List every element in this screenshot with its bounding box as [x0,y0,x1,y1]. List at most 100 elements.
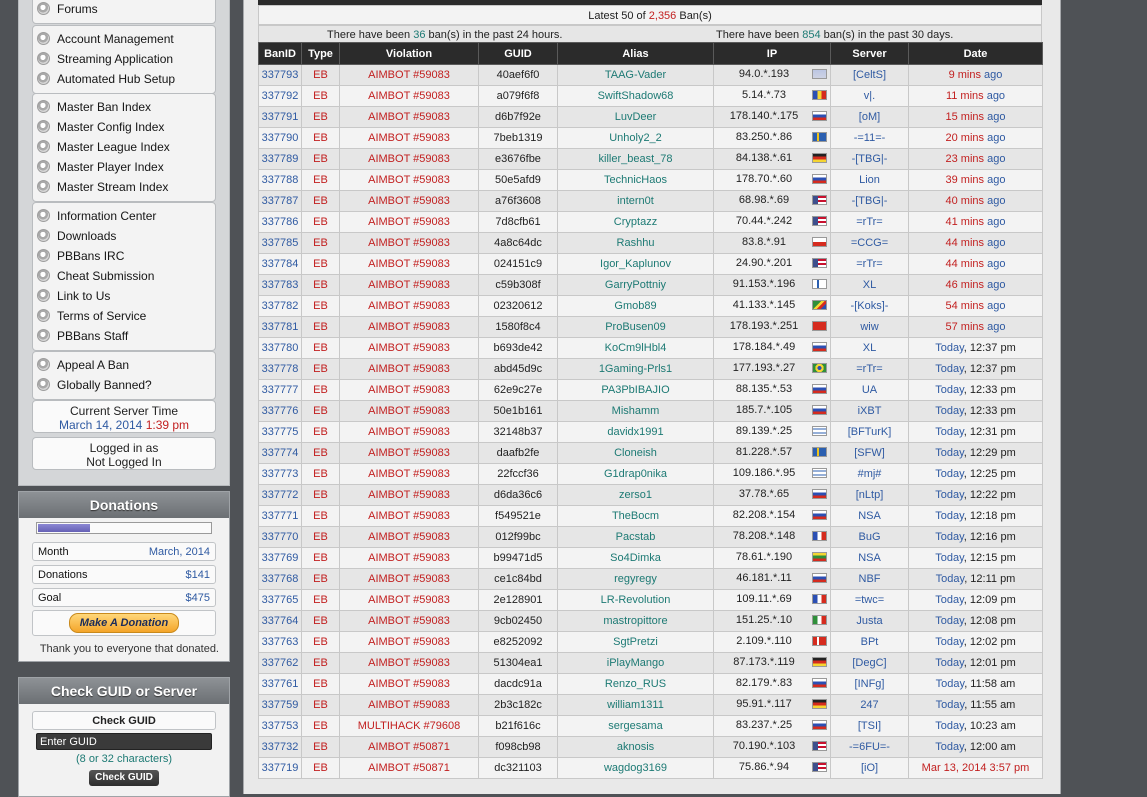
ban-id-link[interactable]: 337765 [258,589,302,611]
alias-link[interactable]: aknosis [557,736,714,758]
server-link[interactable]: =rTr= [830,358,909,380]
ban-id-link[interactable]: 337786 [258,211,302,233]
violation-link[interactable]: AIMBOT #59083 [339,631,479,653]
column-header-violation[interactable]: Violation [339,42,479,65]
alias-link[interactable]: Renzo_RUS [557,673,714,695]
ban-id-link[interactable]: 337791 [258,106,302,128]
server-link[interactable]: -[TBG|- [830,148,909,170]
guid-link[interactable]: a079f6f8 [478,85,558,107]
column-header-banid[interactable]: BanID [258,42,302,65]
ban-id-link[interactable]: 337780 [258,337,302,359]
alias-link[interactable]: davidx1991 [557,421,714,443]
server-link[interactable]: [CeltS] [830,64,909,86]
ban-id-link[interactable]: 337784 [258,253,302,275]
alias-link[interactable]: SwiftShadow68 [557,85,714,107]
violation-link[interactable]: AIMBOT #59083 [339,358,479,380]
guid-link[interactable]: 2b3c182c [478,694,558,716]
guid-link[interactable]: 7beb1319 [478,127,558,149]
make-donation-button[interactable]: Make A Donation [69,613,179,633]
guid-link[interactable]: b99471d5 [478,547,558,569]
server-link[interactable]: -=6FU=- [830,736,909,758]
server-link[interactable]: XL [830,274,909,296]
violation-link[interactable]: AIMBOT #59083 [339,148,479,170]
server-link[interactable]: [BFTurK] [830,421,909,443]
guid-link[interactable]: d6da36c6 [478,484,558,506]
guid-link[interactable]: 50e5afd9 [478,169,558,191]
alias-link[interactable]: zerso1 [557,484,714,506]
violation-link[interactable]: AIMBOT #59083 [339,190,479,212]
violation-link[interactable]: AIMBOT #59083 [339,547,479,569]
alias-link[interactable]: Igor_Kaplunov [557,253,714,275]
guid-link[interactable]: dc321103 [478,757,558,779]
guid-link[interactable]: 22fccf36 [478,463,558,485]
guid-link[interactable]: 9cb02450 [478,610,558,632]
ban-id-link[interactable]: 337732 [258,736,302,758]
ban-id-link[interactable]: 337790 [258,127,302,149]
column-header-ip[interactable]: IP [713,42,831,65]
alias-link[interactable]: PA3PbIBAJIO [557,379,714,401]
alias-link[interactable]: intern0t [557,190,714,212]
guid-link[interactable]: f098cb98 [478,736,558,758]
violation-link[interactable]: AIMBOT #59083 [339,379,479,401]
column-header-type[interactable]: Type [301,42,340,65]
guid-link[interactable]: daafb2fe [478,442,558,464]
guid-link[interactable]: 7d8cfb61 [478,211,558,233]
violation-link[interactable]: AIMBOT #59083 [339,316,479,338]
alias-link[interactable]: Gmob89 [557,295,714,317]
violation-link[interactable]: AIMBOT #59083 [339,589,479,611]
alias-link[interactable]: LuvDeer [557,106,714,128]
alias-link[interactable]: G1drap0nika [557,463,714,485]
violation-link[interactable]: AIMBOT #50871 [339,736,479,758]
violation-link[interactable]: AIMBOT #59083 [339,169,479,191]
guid-link[interactable]: b693de42 [478,337,558,359]
violation-link[interactable]: AIMBOT #59083 [339,64,479,86]
guid-link[interactable]: 02320612 [478,295,558,317]
alias-link[interactable]: Unholy2_2 [557,127,714,149]
violation-link[interactable]: AIMBOT #59083 [339,127,479,149]
ban-id-link[interactable]: 337793 [258,64,302,86]
server-link[interactable]: [SFW] [830,442,909,464]
ban-id-link[interactable]: 337762 [258,652,302,674]
server-link[interactable]: -[TBG|- [830,190,909,212]
server-link[interactable]: -=11=- [830,127,909,149]
alias-link[interactable]: ProBusen09 [557,316,714,338]
alias-link[interactable]: Pacstab [557,526,714,548]
alias-link[interactable]: GarryPottniy [557,274,714,296]
server-link[interactable]: [INFg] [830,673,909,695]
ban-id-link[interactable]: 337777 [258,379,302,401]
ban-id-link[interactable]: 337772 [258,484,302,506]
ban-id-link[interactable]: 337788 [258,169,302,191]
guid-link[interactable]: dacdc91a [478,673,558,695]
alias-link[interactable]: TAAG-Vader [557,64,714,86]
server-link[interactable]: [TSI] [830,715,909,737]
guid-link[interactable]: 51304ea1 [478,652,558,674]
guid-link[interactable]: 50e1b161 [478,400,558,422]
server-link[interactable]: wiw [830,316,909,338]
server-link[interactable]: [DegC] [830,652,909,674]
ban-id-link[interactable]: 337782 [258,295,302,317]
guid-link[interactable]: 40aef6f0 [478,64,558,86]
alias-link[interactable]: TheBocm [557,505,714,527]
violation-link[interactable]: AIMBOT #59083 [339,85,479,107]
ban-id-link[interactable]: 337774 [258,442,302,464]
alias-link[interactable]: iPlayMango [557,652,714,674]
violation-link[interactable]: AIMBOT #59083 [339,295,479,317]
alias-link[interactable]: KoCm9lHbl4 [557,337,714,359]
column-header-alias[interactable]: Alias [557,42,714,65]
violation-link[interactable]: AIMBOT #59083 [339,505,479,527]
guid-link[interactable]: 4a8c64dc [478,232,558,254]
server-link[interactable]: =rTr= [830,253,909,275]
column-header-server[interactable]: Server [830,42,909,65]
violation-link[interactable]: AIMBOT #59083 [339,232,479,254]
server-link[interactable]: iXBT [830,400,909,422]
column-header-guid[interactable]: GUID [478,42,558,65]
server-link[interactable]: [oM] [830,106,909,128]
violation-link[interactable]: AIMBOT #59083 [339,421,479,443]
server-link[interactable]: NBF [830,568,909,590]
ban-id-link[interactable]: 337719 [258,757,302,779]
ban-id-link[interactable]: 337789 [258,148,302,170]
server-link[interactable]: Lion [830,169,909,191]
ban-id-link[interactable]: 337785 [258,232,302,254]
ban-id-link[interactable]: 337764 [258,610,302,632]
alias-link[interactable]: killer_beast_78 [557,148,714,170]
